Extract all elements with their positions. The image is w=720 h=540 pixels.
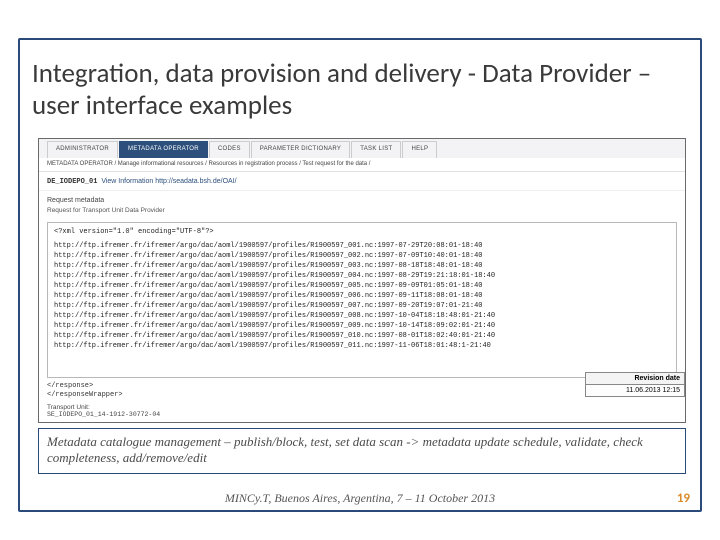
xml-line: http://ftp.ifremer.fr/ifremer/argo/dac/a…	[54, 261, 670, 271]
xml-closing-line: </responseWrapper>	[47, 391, 677, 400]
revision-header: Revision date	[585, 372, 685, 385]
nav-tab[interactable]: PARAMETER DICTIONARY	[251, 141, 350, 158]
tu-footer-value: SE_IODEPO_01_14-1912-30772-04	[47, 411, 160, 418]
xml-line: http://ftp.ifremer.fr/ifremer/argo/dac/a…	[54, 291, 670, 301]
xml-line: http://ftp.ifremer.fr/ifremer/argo/dac/a…	[54, 301, 670, 311]
xml-line: http://ftp.ifremer.fr/ifremer/argo/dac/a…	[54, 341, 670, 351]
xml-line: http://ftp.ifremer.fr/ifremer/argo/dac/a…	[54, 251, 670, 261]
revision-value: 11.06.2013 12:15	[585, 385, 685, 397]
section-header: Request metadata	[39, 191, 685, 206]
revision-box: Revision date 11.06.2013 12:15	[585, 372, 685, 397]
slide-title: Integration, data provision and delivery…	[32, 58, 700, 122]
tu-footer-label: Transport Unit:	[47, 404, 90, 411]
slide-footer: MINCy.T, Buenos Aires, Argentina, 7 – 11…	[0, 491, 720, 506]
nav-tab[interactable]: HELP	[402, 141, 437, 158]
transport-unit-bar: DE_IODEPO_01 View Information http://sea…	[39, 172, 685, 191]
xml-closing-line: </response>	[47, 382, 677, 391]
tu-footer: Transport Unit: SE_IODEPO_01_14-1912-307…	[39, 400, 685, 418]
nav-tab[interactable]: TASK LIST	[351, 141, 401, 158]
xml-line: http://ftp.ifremer.fr/ifremer/argo/dac/a…	[54, 311, 670, 321]
xml-response-box: <?xml version="1.0" encoding="UTF-8"?> ht…	[47, 222, 677, 378]
page-number: 19	[677, 491, 690, 506]
section-sub: Request for Transport Unit Data Provider	[39, 206, 685, 219]
xml-line: http://ftp.ifremer.fr/ifremer/argo/dac/a…	[54, 321, 670, 331]
breadcrumb: METADATA OPERATOR / Manage informational…	[39, 158, 685, 172]
xml-line: http://ftp.ifremer.fr/ifremer/argo/dac/a…	[54, 281, 670, 291]
tu-id: DE_IODEPO_01	[47, 178, 97, 186]
xml-line: <?xml version="1.0" encoding="UTF-8"?>	[54, 227, 670, 237]
nav-tab[interactable]: CODES	[209, 141, 250, 158]
caption-box: Metadata catalogue management – publish/…	[38, 428, 686, 474]
nav-tab[interactable]: ADMINISTRATOR	[47, 141, 118, 158]
xml-line: http://ftp.ifremer.fr/ifremer/argo/dac/a…	[54, 271, 670, 281]
xml-line: http://ftp.ifremer.fr/ifremer/argo/dac/a…	[54, 241, 670, 251]
nav-tab[interactable]: METADATA OPERATOR	[119, 141, 208, 158]
tu-link[interactable]: View Information http://seadata.bsh.de/O…	[101, 178, 236, 185]
xml-line: http://ftp.ifremer.fr/ifremer/argo/dac/a…	[54, 331, 670, 341]
app-nav: ADMINISTRATORMETADATA OPERATORCODESPARAM…	[39, 139, 685, 158]
xml-closing: </response></responseWrapper>	[47, 382, 677, 400]
